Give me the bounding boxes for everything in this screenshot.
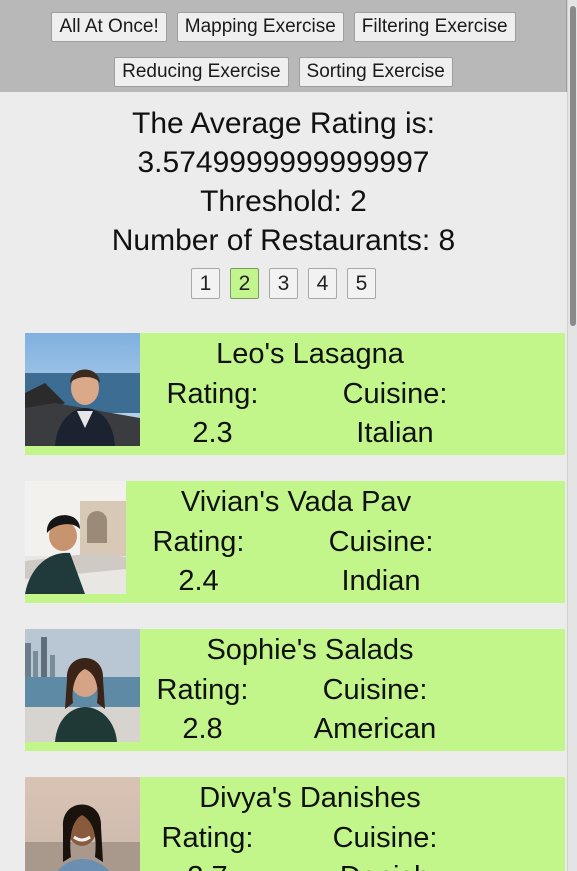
cuisine-label: Cuisine: [332, 822, 438, 854]
average-rating-label: The Average Rating is: [132, 107, 435, 140]
page-button-5[interactable]: 5 [347, 268, 376, 299]
cuisine-value: American [313, 713, 437, 745]
cuisine-label: Cuisine: [342, 378, 448, 410]
restaurant-card: Vivian's Vada Pav Rating: 2.4 Cuisine: I… [25, 481, 565, 603]
rating-label: Rating: [166, 378, 259, 410]
page-button-2[interactable]: 2 [230, 268, 259, 299]
cuisine-column: Cuisine: Italian [325, 375, 465, 453]
restaurant-count-text: Number of Restaurants: 8 [111, 224, 456, 257]
pagination: 1 2 3 4 5 [0, 268, 567, 299]
restaurant-photo [25, 629, 140, 742]
rating-value: 2.3 [192, 417, 233, 449]
cuisine-column: Cuisine: Danish [315, 819, 455, 871]
rating-value: 3.7 [160, 858, 255, 871]
restaurant-photo [25, 481, 126, 594]
restaurant-card: Divya's Danishes Rating: 3.7 Cuisine: Da… [25, 777, 565, 871]
rating-value: 2.4 [178, 565, 219, 597]
rating-column: Rating: 2.3 [165, 375, 260, 453]
app-window: All At Once! Mapping Exercise Filtering … [0, 0, 577, 871]
average-rating-value: 3.5749999999999997 [137, 146, 430, 179]
exercise-toolbar: All At Once! Mapping Exercise Filtering … [0, 0, 567, 92]
restaurant-card: Sophie's Salads Rating: 2.8 Cuisine: Ame… [25, 629, 565, 751]
rating-label: Rating: [156, 674, 249, 706]
page-button-4[interactable]: 4 [308, 268, 337, 299]
rating-label: Rating: [161, 822, 254, 854]
all-at-once-button[interactable]: All At Once! [51, 12, 167, 42]
restaurant-card: Leo's Lasagna Rating: 2.3 Cuisine: Itali… [25, 333, 565, 455]
scrollbar-thumb[interactable] [570, 6, 576, 326]
restaurant-name: Vivian's Vada Pav [180, 486, 412, 518]
cuisine-label: Cuisine: [322, 674, 428, 706]
page-button-1[interactable]: 1 [191, 268, 220, 299]
cuisine-value: Danish [315, 858, 455, 871]
rating-value: 2.8 [182, 713, 223, 745]
cuisine-value: Italian [356, 417, 434, 449]
mapping-exercise-button[interactable]: Mapping Exercise [176, 12, 344, 42]
rating-label: Rating: [152, 526, 245, 558]
filtering-exercise-button[interactable]: Filtering Exercise [353, 12, 516, 42]
cuisine-column: Cuisine: American [305, 671, 445, 749]
rating-column: Rating: 2.8 [155, 671, 250, 749]
restaurant-photo [25, 333, 140, 446]
reducing-exercise-button[interactable]: Reducing Exercise [114, 57, 289, 87]
cuisine-column: Cuisine: Indian [311, 523, 451, 601]
rating-column: Rating: 2.4 [151, 523, 246, 601]
vertical-scrollbar[interactable] [567, 0, 577, 871]
cuisine-value: Indian [341, 565, 421, 597]
cuisine-label: Cuisine: [328, 526, 434, 558]
page-button-3[interactable]: 3 [269, 268, 298, 299]
rating-column: Rating: 3.7 [160, 819, 255, 871]
restaurant-name: Divya's Danishes [199, 782, 421, 814]
threshold-text: Threshold: 2 [200, 185, 367, 218]
toolbar-row-2: Reducing Exercise Sorting Exercise [0, 57, 567, 87]
rating-summary: The Average Rating is: 3.574999999999999… [0, 104, 567, 260]
restaurant-name: Sophie's Salads [206, 634, 414, 666]
restaurant-photo [25, 777, 140, 871]
sorting-exercise-button[interactable]: Sorting Exercise [298, 57, 453, 87]
toolbar-row-1: All At Once! Mapping Exercise Filtering … [0, 12, 567, 42]
restaurant-name: Leo's Lasagna [216, 338, 404, 370]
